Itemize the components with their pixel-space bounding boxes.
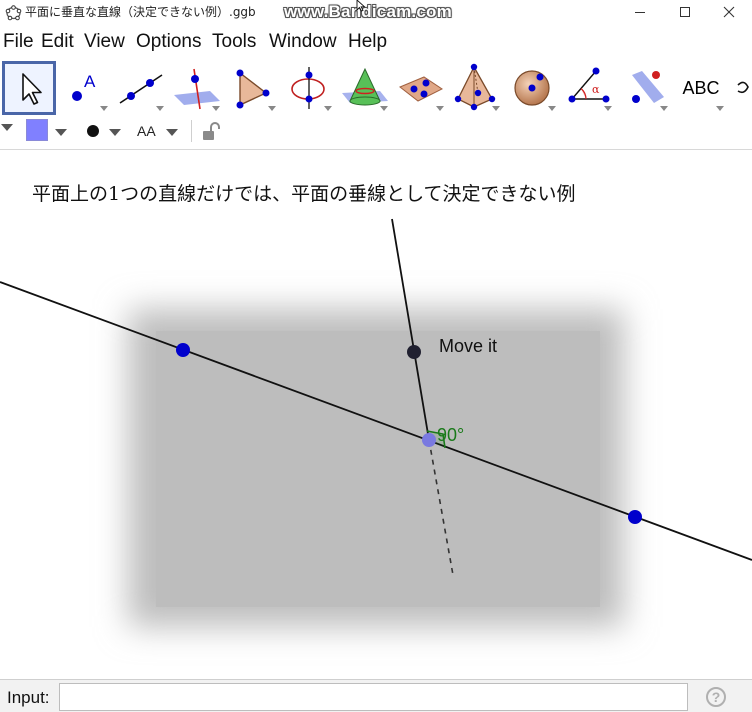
move-tool-button[interactable] [2,61,56,115]
polygon-tool-button[interactable] [226,61,280,115]
plane-through-points-tool-button[interactable] [394,61,448,115]
circle-axis-tool-button[interactable] [282,61,336,115]
movable-point[interactable] [407,345,421,359]
maximize-icon [680,7,690,17]
sphere-tool-button[interactable] [506,61,560,115]
point-style-dropdown-arrow[interactable] [109,129,121,136]
menu-edit[interactable]: Edit [41,31,74,53]
style-bar: AA [0,118,752,150]
angle-tool-button[interactable]: α [562,61,616,115]
menu-options[interactable]: Options [136,31,201,53]
menu-bar: File Edit View Options Tools Window Help [0,27,752,57]
plane-surface-core [156,331,600,607]
intersection-point[interactable] [422,433,436,447]
graphics-canvas[interactable] [0,151,752,679]
angle-label: 90° [437,425,465,445]
movable-point-label: Move it [439,336,498,356]
color-swatch-button[interactable] [26,119,48,141]
menu-window[interactable]: Window [269,31,337,53]
menu-view[interactable]: View [84,31,125,53]
minimize-button[interactable] [618,0,662,24]
description-caption: 平面上の1つの直線だけでは、平面の垂線として決定できない例 [32,183,576,205]
input-bar: Input: ? [0,679,752,712]
title-bar: 平面に垂直な直線（決定できない例）.ggb www.Bandicam.com [0,0,752,26]
toolbar: A α ABC [0,58,752,118]
text-size-icon[interactable]: AA [137,122,156,140]
point-tool-button[interactable]: A [58,61,112,115]
point-on-line-right[interactable] [628,510,642,524]
window-title: 平面に垂直な直線（決定できない例）.ggb [25,5,256,19]
perpendicular-line-tool-button[interactable] [170,61,224,115]
point-style-icon[interactable] [87,125,99,137]
svg-text:A: A [84,72,96,91]
svg-text:α: α [592,83,600,96]
reflect-about-plane-tool-button[interactable] [618,61,672,115]
rotate-view-tool-icon [737,81,749,94]
minimize-icon [635,12,645,13]
text-tool-icon: ABC [682,78,720,98]
move-tool-icon [22,73,42,105]
rotate-view-tool-button[interactable] [730,61,752,115]
color-dropdown-arrow[interactable] [55,129,67,136]
input-field[interactable] [59,683,688,711]
close-button[interactable] [707,0,751,24]
menu-file[interactable]: File [3,31,34,53]
input-label: Input: [7,688,50,707]
line-tool-button[interactable] [114,61,168,115]
graphics-view[interactable]: 平面上の1つの直線だけでは、平面の垂線として決定できない例 Move it 90… [0,151,752,679]
help-icon[interactable]: ? [706,687,726,707]
text-size-dropdown-arrow[interactable] [166,129,178,136]
stylebar-divider [191,120,192,142]
geogebra-app-icon [5,5,22,21]
menu-help[interactable]: Help [348,31,387,53]
close-icon [723,6,735,18]
stylebar-toggle-button[interactable] [0,122,16,134]
text-tool-button[interactable]: ABC [674,61,728,115]
menu-tools[interactable]: Tools [212,31,256,53]
pyramid-tool-button[interactable] [450,61,504,115]
mouse-cursor-icon [356,0,366,12]
point-on-line-left[interactable] [176,343,190,357]
unlock-icon[interactable] [200,120,222,142]
intersect-surfaces-tool-button[interactable] [338,61,392,115]
maximize-button[interactable] [663,0,707,24]
